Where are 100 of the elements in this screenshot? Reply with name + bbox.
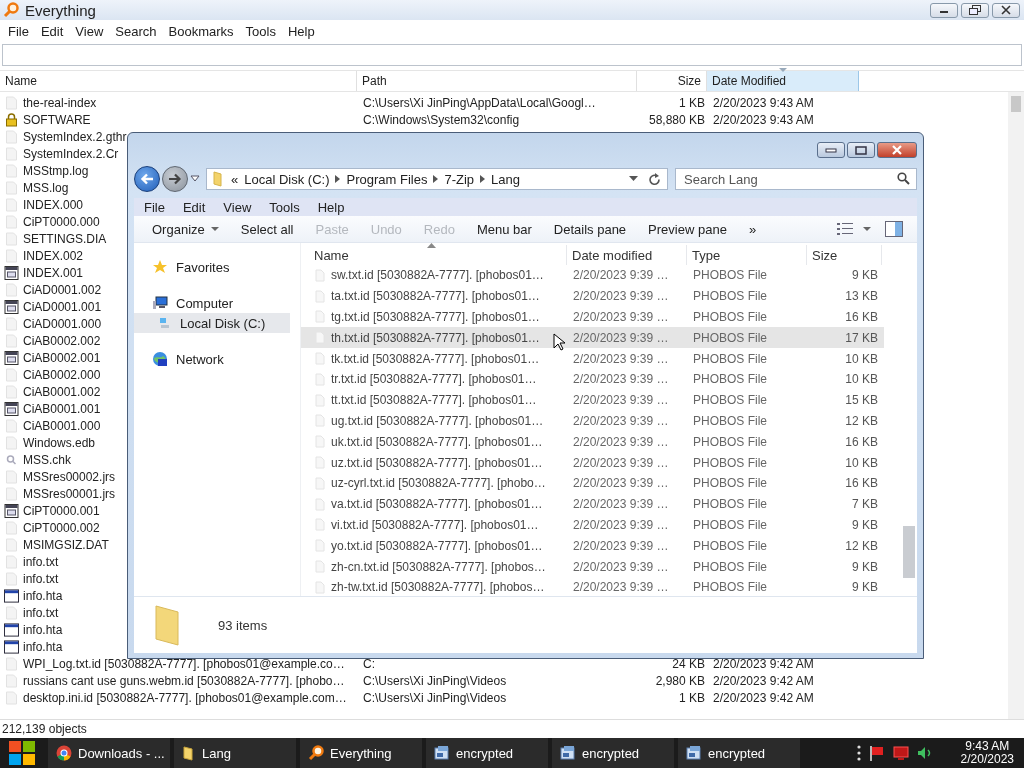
menu-item[interactable]: Search <box>109 23 163 39</box>
file-name: MSIMGSIZ.DAT <box>23 537 109 552</box>
toolbar-button[interactable]: Menu bar <box>466 217 544 241</box>
close-button[interactable] <box>877 142 917 158</box>
minimize-button[interactable] <box>930 2 958 18</box>
menu-item[interactable]: Bookmarks <box>162 23 240 39</box>
file-size: 7 KB <box>851 497 879 512</box>
menu-item[interactable]: File <box>2 23 35 39</box>
breadcrumb-item[interactable]: 7-Zip <box>444 171 475 187</box>
caret-icon <box>863 226 871 232</box>
menu-item[interactable]: File <box>134 199 173 215</box>
column-header[interactable]: Name <box>0 71 357 91</box>
taskbar-button[interactable]: encrypted <box>552 738 674 768</box>
file-size: 12 KB <box>844 413 879 428</box>
menu-item[interactable]: Edit <box>34 23 70 39</box>
file-name: info.hta <box>23 588 63 603</box>
file-path: C:\Users\Xi JinPing\Videos <box>362 673 508 688</box>
file-name: CiAD0001.000 <box>23 316 102 331</box>
more-commands-button[interactable]: » <box>738 217 769 241</box>
forward-button[interactable] <box>162 166 188 192</box>
column-header[interactable]: Size <box>807 245 882 265</box>
file-icon <box>315 372 325 386</box>
menu-item[interactable]: Edit <box>172 199 214 215</box>
menu-item[interactable]: Help <box>281 23 321 39</box>
column-header[interactable]: Date Modified <box>707 71 859 91</box>
toolbar-button[interactable]: Select all <box>230 217 306 241</box>
file-name: info.txt <box>23 571 59 586</box>
app-window-icon <box>4 265 19 280</box>
nav-item[interactable]: Network <box>134 349 300 369</box>
toolbar-button[interactable]: Preview pane <box>638 217 739 241</box>
breadcrumb-item[interactable]: Local Disk (C:) <box>244 171 330 187</box>
program-icon <box>434 745 450 761</box>
file-date: 2/20/2023 9:42 AM <box>712 690 815 705</box>
app-window-icon <box>4 503 19 518</box>
file-name: CiAB0001.001 <box>23 401 101 416</box>
address-bar[interactable]: « Local Disk (C:) Program Files 7-Zip Lang <box>206 168 668 190</box>
file-icon <box>4 571 19 586</box>
restore-button[interactable] <box>961 2 989 18</box>
taskbar-button[interactable]: encrypted <box>426 738 548 768</box>
file-date: 2/20/2023 9:39 … <box>572 538 670 553</box>
mouse-cursor-icon <box>553 333 565 351</box>
caret-icon <box>629 176 638 182</box>
file-icon <box>315 414 325 428</box>
maximize-icon <box>855 145 867 155</box>
nav-item[interactable]: Computer <box>134 293 300 313</box>
taskbar-button[interactable]: Lang <box>174 738 296 768</box>
breadcrumb-item[interactable]: Lang <box>491 171 520 187</box>
file-name: zh-cn.txt.id [5030882A-7777]. [phobos… <box>331 559 546 574</box>
file-type: PHOBOS File <box>692 351 768 366</box>
file-name: MSStmp.log <box>23 163 89 178</box>
file-icon <box>4 231 19 246</box>
nav-item[interactable]: Favorites <box>134 257 300 277</box>
scrollbar[interactable] <box>1008 92 1024 719</box>
breadcrumb-item[interactable]: Program Files <box>346 171 428 187</box>
file-icon <box>315 560 325 574</box>
program-icon <box>560 745 576 761</box>
file-path: C:\Users\Xi JinPing\AppData\Local\Googl… <box>362 95 597 110</box>
menu-item[interactable]: View <box>69 23 110 39</box>
maximize-button[interactable] <box>847 142 875 158</box>
file-icon <box>315 268 325 282</box>
file-name: Windows.edb <box>23 435 96 450</box>
file-icon <box>4 486 19 501</box>
file-icon <box>4 248 19 263</box>
preview-pane-button[interactable] <box>885 218 903 240</box>
back-button[interactable] <box>134 166 160 192</box>
menu-item[interactable]: Tools <box>239 23 282 39</box>
column-header[interactable]: Path <box>357 71 637 91</box>
close-button[interactable] <box>992 2 1020 18</box>
taskbar-button[interactable]: encrypted <box>678 738 800 768</box>
toolbar-button[interactable]: Organize <box>142 217 231 241</box>
menu-item[interactable]: View <box>213 199 260 215</box>
file-name: va.txt.id [5030882A-7777]. [phobos01… <box>331 497 543 512</box>
file-row[interactable]: th.txt.id [5030882A-7777]. [phobos01… 2/20/2023 9:39 … PHOBOS File 17 KB <box>301 327 884 349</box>
file-icon <box>4 673 19 688</box>
file-size: 24 KB <box>671 656 706 671</box>
nav-item[interactable]: Local Disk (C:) <box>134 313 290 333</box>
item-count: 93 items <box>218 617 268 633</box>
file-name: CiAB0002.001 <box>23 350 101 365</box>
file-icon <box>4 537 19 552</box>
toolbar-button[interactable]: Details pane <box>543 217 639 241</box>
computer-icon <box>152 296 168 310</box>
taskbar-button[interactable]: Downloads - ... <box>48 738 170 768</box>
breadcrumb-overflow[interactable]: « <box>231 171 239 187</box>
file-type: PHOBOS File <box>692 372 768 387</box>
search-field[interactable]: Search Lang <box>675 168 917 190</box>
flag-icon <box>868 745 885 761</box>
file-icon <box>315 352 325 366</box>
taskbar-button[interactable]: Everything <box>300 738 422 768</box>
file-name: CiAD0001.001 <box>23 299 102 314</box>
menu-item[interactable]: Help <box>307 199 353 215</box>
column-header[interactable]: Date modified <box>567 245 687 265</box>
file-size: 13 KB <box>844 289 879 304</box>
file-size: 16 KB <box>844 476 879 491</box>
file-date: 2/20/2023 9:39 … <box>572 497 670 512</box>
close-icon <box>891 145 903 155</box>
column-header[interactable]: Type <box>687 245 807 265</box>
menu-item[interactable]: Tools <box>259 199 308 215</box>
search-field[interactable] <box>2 44 1022 66</box>
file-name: th.txt.id [5030882A-7777]. [phobos01… <box>331 330 540 345</box>
file-icon <box>315 289 325 303</box>
